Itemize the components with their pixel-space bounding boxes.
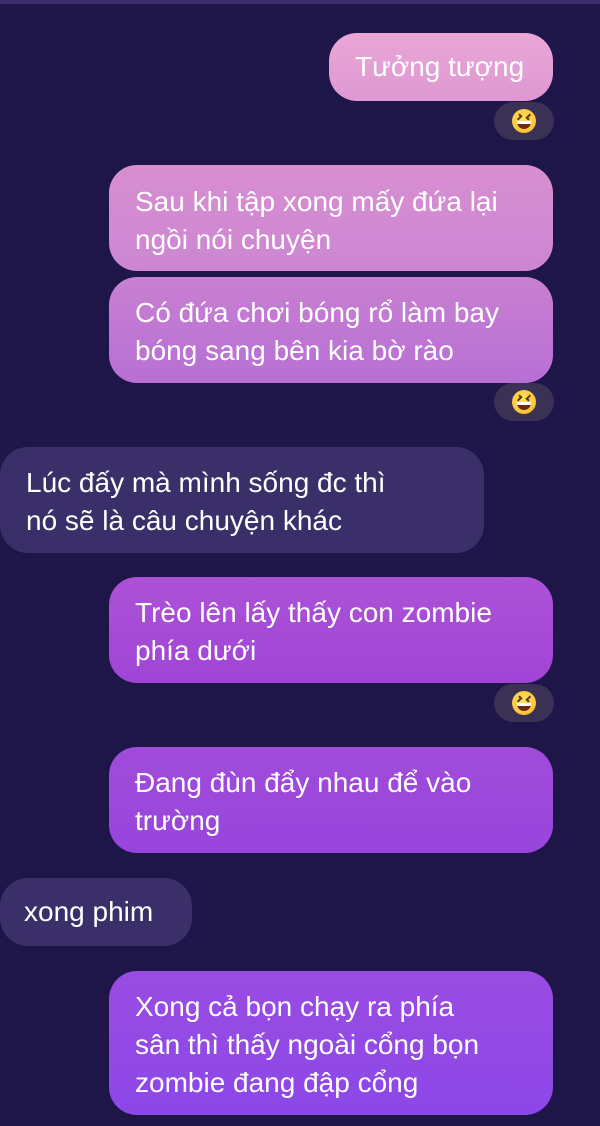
message-text: Xong cả bọn chạy ra phía sân thì thấy ng… — [135, 991, 480, 1098]
grinning-squinting-face-icon — [512, 691, 536, 715]
message-text: Đang đùn đẩy nhau để vào trường — [135, 767, 472, 836]
outgoing-message[interactable]: Tưởng tượng — [329, 33, 553, 101]
message-text: Sau khi tập xong mấy đứa lại ngồi nói ch… — [135, 186, 498, 255]
incoming-message[interactable]: Lúc đấy mà mình sống đc thì nó sẽ là câu… — [0, 447, 484, 553]
message-text: xong phim — [24, 896, 154, 927]
reaction-pill[interactable] — [494, 684, 554, 722]
chat-thread: Tưởng tượng Sau khi tập xong mấy đứa lại… — [0, 0, 600, 1126]
outgoing-message[interactable]: Có đứa chơi bóng rổ làm bay bóng sang bê… — [109, 277, 553, 383]
incoming-message[interactable]: xong phim — [0, 878, 192, 946]
header-edge — [0, 0, 600, 4]
grinning-squinting-face-icon — [512, 109, 536, 133]
message-text: Trèo lên lấy thấy con zombie phía dưới — [135, 597, 492, 666]
reaction-pill[interactable] — [494, 102, 554, 140]
outgoing-message[interactable]: Trèo lên lấy thấy con zombie phía dưới — [109, 577, 553, 683]
message-text: Lúc đấy mà mình sống đc thì nó sẽ là câu… — [26, 467, 386, 536]
grinning-squinting-face-icon — [512, 390, 536, 414]
outgoing-message[interactable]: Xong cả bọn chạy ra phía sân thì thấy ng… — [109, 971, 553, 1115]
message-text: Có đứa chơi bóng rổ làm bay bóng sang bê… — [135, 297, 499, 366]
reaction-pill[interactable] — [494, 383, 554, 421]
message-text: Tưởng tượng — [355, 51, 525, 82]
outgoing-message[interactable]: Sau khi tập xong mấy đứa lại ngồi nói ch… — [109, 165, 553, 271]
outgoing-message[interactable]: Đang đùn đẩy nhau để vào trường — [109, 747, 553, 853]
